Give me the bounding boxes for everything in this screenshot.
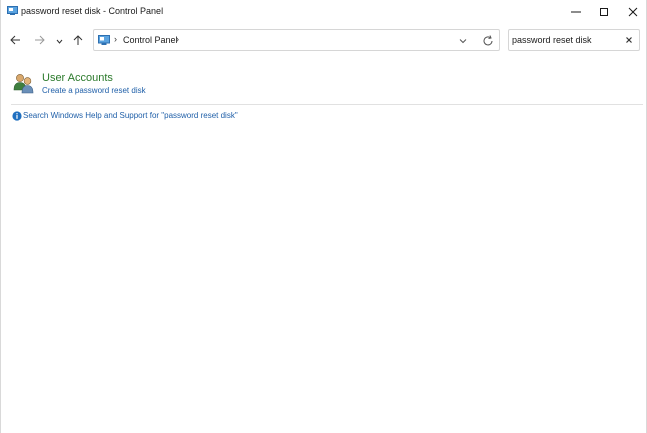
arrow-right-icon <box>34 35 45 47</box>
recent-locations-button[interactable] <box>50 31 68 51</box>
category-user-accounts[interactable]: User Accounts <box>42 72 113 84</box>
task-create-password-reset-disk[interactable]: Create a password reset disk <box>42 86 146 95</box>
close-button[interactable] <box>618 0 647 24</box>
address-history-button[interactable] <box>457 35 469 47</box>
navigation-bar: › Control Panel › <box>1 29 646 53</box>
control-panel-icon <box>98 35 110 45</box>
close-icon <box>628 7 638 17</box>
refresh-icon[interactable] <box>481 34 495 48</box>
user-accounts-icon <box>12 72 36 94</box>
arrow-left-icon <box>9 35 21 47</box>
clear-search-button[interactable] <box>624 35 634 45</box>
maximize-button[interactable] <box>589 0 619 24</box>
breadcrumb-separator[interactable]: › <box>114 34 117 44</box>
back-button[interactable] <box>6 31 24 51</box>
maximize-icon <box>599 7 609 17</box>
minimize-icon <box>571 7 581 17</box>
control-panel-icon <box>7 6 18 15</box>
divider <box>11 104 643 105</box>
info-icon <box>12 111 22 121</box>
control-panel-window: password reset disk - Control Panel › Co… <box>0 0 647 433</box>
forward-button[interactable] <box>30 31 48 51</box>
title-bar: password reset disk - Control Panel <box>1 0 646 24</box>
breadcrumb-control-panel[interactable]: Control Panel <box>123 35 178 45</box>
address-bar[interactable]: › Control Panel › <box>93 29 500 51</box>
chevron-down-icon <box>56 36 63 46</box>
search-results: User Accounts Create a password reset di… <box>1 62 646 433</box>
breadcrumb-separator[interactable]: › <box>176 34 179 44</box>
windows-help-search-link[interactable]: Search Windows Help and Support for "pas… <box>23 111 238 120</box>
search-input[interactable] <box>512 33 622 47</box>
arrow-up-icon <box>73 34 83 48</box>
window-title: password reset disk - Control Panel <box>21 6 164 16</box>
up-button[interactable] <box>69 31 87 51</box>
search-box[interactable] <box>508 29 640 51</box>
minimize-button[interactable] <box>561 0 591 24</box>
